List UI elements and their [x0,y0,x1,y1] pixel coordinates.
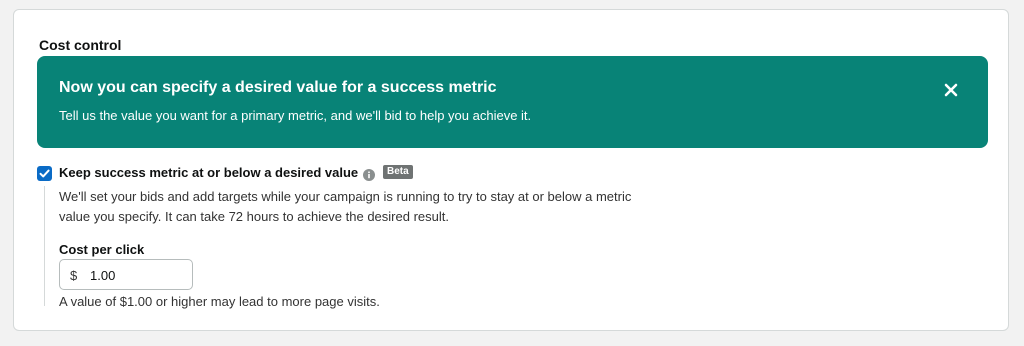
cost-per-click-input[interactable] [90,265,186,285]
success-metric-banner: Now you can specify a desired value for … [37,56,988,148]
cost-per-click-hint: A value of $1.00 or higher may lead to m… [59,294,380,309]
section-title: Cost control [39,37,122,53]
beta-badge: Beta [383,165,413,179]
checkmark-icon [39,169,50,178]
description-line-2: value you specify. It can take 72 hours … [59,209,449,224]
banner-description: Tell us the value you want for a primary… [59,108,532,123]
info-icon[interactable] [363,168,375,181]
cost-control-card: Cost control Now you can specify a desir… [13,9,1009,331]
indent-guide-line [44,186,45,306]
success-metric-description: We'll set your bids and add targets whil… [59,187,631,227]
cost-per-click-field[interactable]: $ [59,259,193,290]
description-line-1: We'll set your bids and add targets whil… [59,189,632,204]
close-icon[interactable] [942,81,960,99]
success-metric-checkbox[interactable] [37,166,52,181]
banner-title: Now you can specify a desired value for … [59,79,497,96]
cost-per-click-label: Cost per click [59,242,145,257]
success-metric-label[interactable]: Keep success metric at or below a desire… [59,165,358,180]
currency-symbol: $ [70,268,78,283]
